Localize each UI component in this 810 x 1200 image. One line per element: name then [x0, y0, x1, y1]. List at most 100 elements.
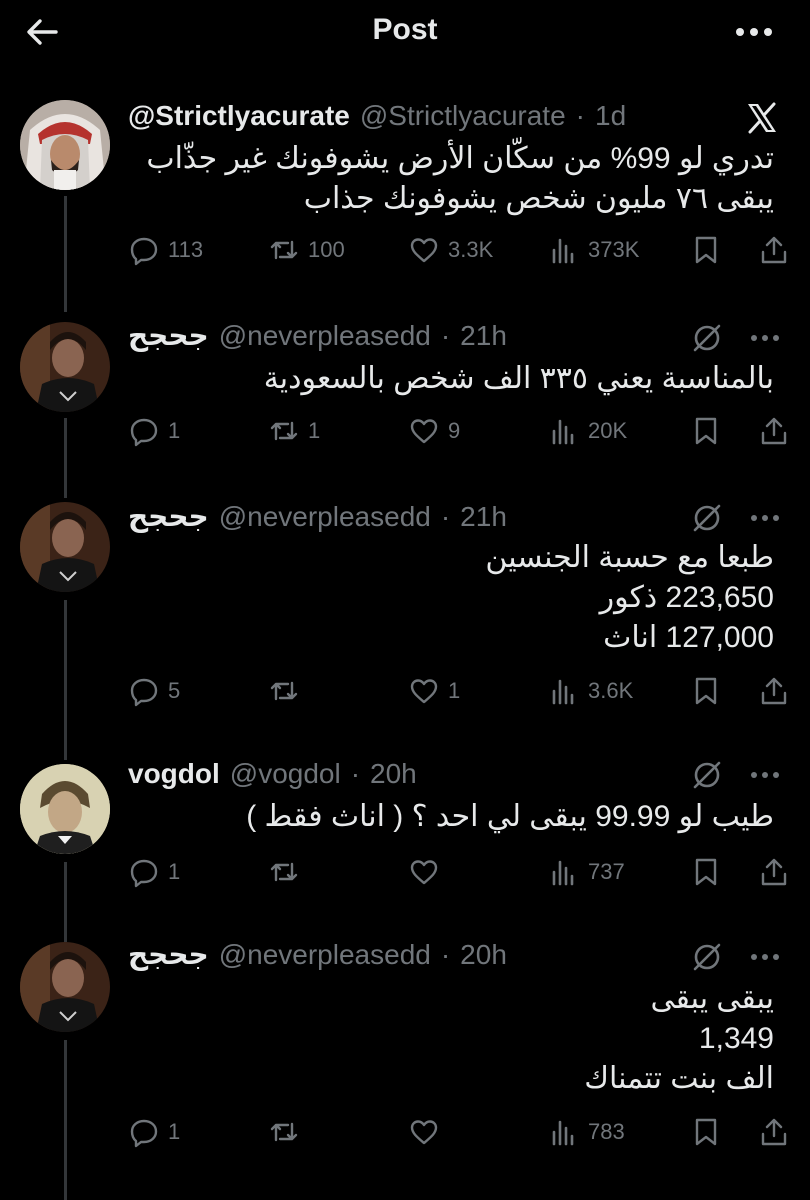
- corner-actions: [690, 758, 780, 792]
- corner-actions: [690, 321, 780, 355]
- tweet-text: يبقى يبقى 1,349 الف بنت تتمناك: [128, 979, 774, 1099]
- views-count: 373K: [588, 237, 640, 262]
- like-count: 9: [448, 418, 461, 443]
- retweet-icon: [270, 862, 298, 882]
- views-button[interactable]: 3.6K: [548, 671, 633, 711]
- tweet-actions: 1 783: [128, 1112, 788, 1152]
- like-button[interactable]: 1: [408, 671, 460, 711]
- retweet-icon: [270, 681, 298, 701]
- bookmark-button[interactable]: [690, 411, 722, 451]
- author-name[interactable]: @Strictlyacurate: [128, 100, 350, 132]
- avatar[interactable]: [20, 764, 110, 854]
- page-title: Post: [372, 13, 438, 46]
- tweet-header: جحجح @neverpleasedd · 20h: [128, 938, 720, 974]
- tweet-header: @Strictlyacurate @Strictlyacurate · 1d: [128, 100, 720, 136]
- avatar[interactable]: [20, 322, 110, 412]
- retweet-button[interactable]: 100: [268, 230, 345, 270]
- reply-button[interactable]: 1: [128, 852, 180, 892]
- bookmark-icon: [695, 417, 717, 445]
- author-handle[interactable]: @neverpleasedd: [219, 320, 431, 352]
- bookmark-button[interactable]: [690, 230, 722, 270]
- retweet-button[interactable]: 1: [268, 411, 320, 451]
- reply-icon: [130, 418, 158, 447]
- reply-icon: [130, 1119, 158, 1148]
- retweet-button[interactable]: [268, 671, 308, 711]
- reply-icon: [130, 678, 158, 707]
- tweet-line: يبقى ٧٦ مليون شخص يشوفونك جذاب: [303, 182, 774, 215]
- views-icon: [552, 679, 574, 705]
- reply-button[interactable]: 5: [128, 671, 180, 711]
- retweet-button[interactable]: [268, 1112, 308, 1152]
- tweet-header: جحجح @neverpleasedd · 21h: [128, 319, 720, 355]
- timestamp[interactable]: 20h: [370, 758, 417, 790]
- tweet-header: vogdol @vogdol · 20h: [128, 758, 720, 794]
- bookmark-button[interactable]: [690, 852, 722, 892]
- reply-count: 5: [168, 678, 181, 703]
- reply-button[interactable]: 1: [128, 1112, 180, 1152]
- views-count: 737: [588, 859, 625, 884]
- more-icon[interactable]: [750, 513, 780, 523]
- author-name[interactable]: vogdol: [128, 758, 220, 790]
- bookmark-icon: [695, 858, 717, 886]
- author-handle[interactable]: @vogdol: [230, 758, 341, 790]
- like-button[interactable]: 9: [408, 411, 460, 451]
- like-button[interactable]: [408, 852, 448, 892]
- share-button[interactable]: [758, 230, 790, 270]
- tweet-line: يبقى يبقى: [650, 982, 774, 1015]
- more-icon[interactable]: [734, 20, 774, 44]
- avatar[interactable]: [20, 502, 110, 592]
- like-icon: [410, 679, 438, 704]
- like-icon: [410, 1120, 438, 1145]
- bookmark-icon: [695, 1118, 717, 1146]
- views-count: 20K: [588, 418, 628, 443]
- grok-icon[interactable]: [690, 501, 724, 535]
- like-button[interactable]: [408, 1112, 448, 1152]
- reply-button[interactable]: 1: [128, 411, 180, 451]
- author-name[interactable]: جحجح: [128, 500, 209, 533]
- views-button[interactable]: 373K: [548, 230, 639, 270]
- retweet-count: 100: [308, 237, 345, 262]
- grok-icon[interactable]: [690, 940, 724, 974]
- share-button[interactable]: [758, 852, 790, 892]
- tweet-line: الف بنت تتمناك: [584, 1062, 774, 1095]
- tweet-text: تدري لو 99% من سكّان الأرض يشوفونك غير ج…: [128, 139, 774, 219]
- bookmark-button[interactable]: [690, 1112, 722, 1152]
- author-handle[interactable]: @Strictlyacurate: [360, 100, 566, 132]
- tweet-text: طبعا مع حسبة الجنسين 223,650 ذكور 127,00…: [128, 538, 774, 658]
- like-button[interactable]: 3.3K: [408, 230, 493, 270]
- timestamp[interactable]: 21h: [460, 320, 507, 352]
- timestamp[interactable]: 21h: [460, 501, 507, 533]
- more-icon[interactable]: [750, 333, 780, 343]
- separator-dot: ·: [440, 939, 451, 970]
- author-name[interactable]: جحجح: [128, 938, 209, 971]
- author-handle[interactable]: @neverpleasedd: [219, 939, 431, 971]
- more-icon[interactable]: [750, 952, 780, 962]
- share-button[interactable]: [758, 1112, 790, 1152]
- tweet-line: 1,349: [698, 1022, 774, 1055]
- timestamp[interactable]: 1d: [595, 100, 626, 132]
- corner-actions: [744, 100, 780, 136]
- more-icon[interactable]: [750, 770, 780, 780]
- avatar[interactable]: [20, 942, 110, 1032]
- reply-count: 1: [168, 859, 181, 884]
- tweet-text: طيب لو 99.99 يبقى لي احد ؟ ( اناث فقط ): [128, 797, 774, 837]
- share-button[interactable]: [758, 671, 790, 711]
- corner-actions: [690, 940, 780, 974]
- views-button[interactable]: 737: [548, 852, 625, 892]
- retweet-icon: [270, 421, 298, 441]
- reply-icon: [130, 237, 158, 266]
- bookmark-button[interactable]: [690, 671, 722, 711]
- retweet-button[interactable]: [268, 852, 308, 892]
- grok-icon[interactable]: [690, 321, 724, 355]
- reply-button[interactable]: 113: [128, 230, 203, 270]
- timestamp[interactable]: 20h: [460, 939, 507, 971]
- views-button[interactable]: 20K: [548, 411, 627, 451]
- thread-line: [64, 1040, 67, 1200]
- views-icon: [552, 860, 574, 886]
- avatar[interactable]: [20, 100, 110, 190]
- grok-icon[interactable]: [690, 758, 724, 792]
- author-handle[interactable]: @neverpleasedd: [219, 501, 431, 533]
- author-name[interactable]: جحجح: [128, 319, 209, 352]
- views-button[interactable]: 783: [548, 1112, 625, 1152]
- share-button[interactable]: [758, 411, 790, 451]
